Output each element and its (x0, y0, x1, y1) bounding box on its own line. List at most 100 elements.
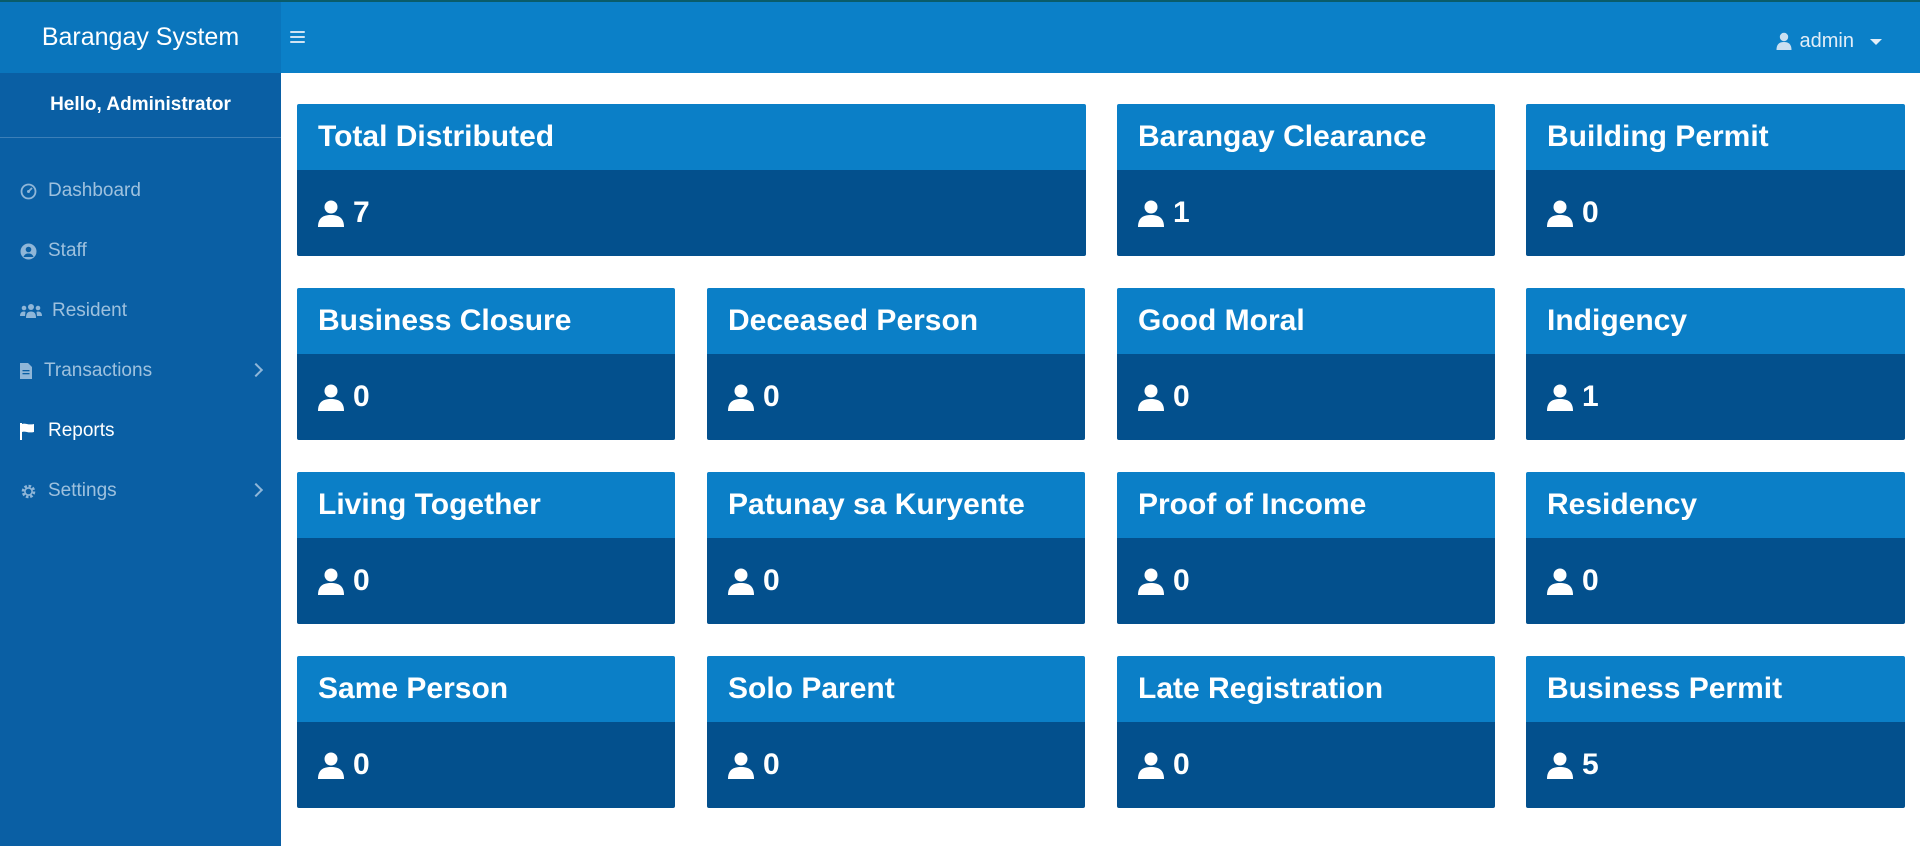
dashboard-content: Total Distributed 7 Barangay Clearance 1… (281, 73, 1920, 846)
user-icon (1138, 384, 1164, 411)
stat-card-good-moral[interactable]: Good Moral 0 (1117, 288, 1495, 440)
stat-card-indigency[interactable]: Indigency 1 (1526, 288, 1905, 440)
card-body: 0 (1526, 170, 1905, 256)
user-icon (1138, 752, 1164, 779)
card-title: Same Person (297, 656, 675, 722)
card-count: 0 (353, 748, 370, 781)
card-title: Solo Parent (707, 656, 1085, 722)
stat-card-late-registration[interactable]: Late Registration 0 (1117, 656, 1495, 808)
card-count: 0 (763, 564, 780, 597)
card-title: Building Permit (1526, 104, 1905, 170)
card-count: 0 (353, 380, 370, 413)
stat-card-business-permit[interactable]: Business Permit 5 (1526, 656, 1905, 808)
file-icon (20, 363, 38, 379)
card-count: 5 (1582, 748, 1599, 781)
card-count: 0 (763, 748, 780, 781)
card-count: 0 (1173, 748, 1190, 781)
sidebar-item-dashboard[interactable]: Dashboard (0, 161, 281, 221)
card-count: 0 (1173, 564, 1190, 597)
card-body: 0 (707, 538, 1085, 624)
card-body: 5 (1526, 722, 1905, 808)
sidebar-item-staff[interactable]: Staff (0, 221, 281, 281)
sidebar-item-label: Settings (48, 480, 117, 501)
sidebar-item-transactions[interactable]: Transactions (0, 341, 281, 401)
sidebar-item-resident[interactable]: Resident (0, 281, 281, 341)
user-icon (728, 752, 754, 779)
user-icon (728, 568, 754, 595)
card-count: 0 (1173, 380, 1190, 413)
sidebar-item-label: Dashboard (48, 180, 141, 201)
sidebar-item-settings[interactable]: Settings (0, 461, 281, 521)
user-icon (1547, 568, 1573, 595)
card-title: Business Closure (297, 288, 675, 354)
card-body: 0 (1117, 354, 1495, 440)
dashboard-icon (20, 183, 42, 200)
user-icon (318, 752, 344, 779)
card-body: 0 (707, 722, 1085, 808)
user-icon (318, 200, 344, 227)
stat-card-living-together[interactable]: Living Together 0 (297, 472, 675, 624)
card-title: Proof of Income (1117, 472, 1495, 538)
card-title: Barangay Clearance (1117, 104, 1495, 170)
stat-card-residency[interactable]: Residency 0 (1526, 472, 1905, 624)
sidebar-item-label: Reports (48, 420, 115, 441)
user-icon (1547, 384, 1573, 411)
card-title: Late Registration (1117, 656, 1495, 722)
user-icon (318, 384, 344, 411)
user-icon (1547, 200, 1573, 227)
card-body: 0 (707, 354, 1085, 440)
menu-toggle-icon[interactable] (290, 26, 308, 48)
flag-icon (20, 422, 42, 440)
stat-card-total-distributed[interactable]: Total Distributed 7 (297, 104, 1086, 256)
card-count: 1 (1173, 196, 1190, 229)
card-title: Patunay sa Kuryente (707, 472, 1085, 538)
stat-card-proof-of-income[interactable]: Proof of Income 0 (1117, 472, 1495, 624)
users-icon (20, 303, 46, 319)
card-body: 7 (297, 170, 1086, 256)
user-icon (728, 384, 754, 411)
greeting-text: Hello, Administrator (0, 73, 281, 138)
caret-down-icon (1870, 39, 1882, 45)
brand-title[interactable]: Barangay System (0, 2, 281, 73)
stat-card-deceased-person[interactable]: Deceased Person 0 (707, 288, 1085, 440)
card-body: 0 (297, 538, 675, 624)
card-count: 7 (353, 196, 370, 229)
card-title: Good Moral (1117, 288, 1495, 354)
card-count: 0 (763, 380, 780, 413)
sidebar-item-label: Transactions (44, 360, 153, 381)
sidebar-item-label: Resident (52, 300, 127, 321)
card-body: 0 (1526, 538, 1905, 624)
card-count: 0 (353, 564, 370, 597)
stat-card-patunay-sa-kuryente[interactable]: Patunay sa Kuryente 0 (707, 472, 1085, 624)
stat-card-solo-parent[interactable]: Solo Parent 0 (707, 656, 1085, 808)
chevron-right-icon (248, 482, 264, 498)
card-body: 1 (1526, 354, 1905, 440)
card-count: 0 (1582, 196, 1599, 229)
sidebar-item-reports[interactable]: Reports (0, 401, 281, 461)
gear-icon (20, 483, 42, 500)
card-title: Total Distributed (297, 104, 1086, 170)
user-icon (1547, 752, 1573, 779)
chevron-right-icon (248, 362, 264, 378)
sidebar: Hello, Administrator Dashboard Staff Res… (0, 73, 281, 846)
card-count: 0 (1582, 564, 1599, 597)
stat-card-same-person[interactable]: Same Person 0 (297, 656, 675, 808)
card-title: Indigency (1526, 288, 1905, 354)
sidebar-item-label: Staff (48, 240, 87, 261)
card-title: Deceased Person (707, 288, 1085, 354)
user-icon (1138, 200, 1164, 227)
user-icon (318, 568, 344, 595)
user-icon (1776, 32, 1792, 50)
username-label: admin (1799, 29, 1854, 52)
card-count: 1 (1582, 380, 1599, 413)
stat-card-building-permit[interactable]: Building Permit 0 (1526, 104, 1905, 256)
stat-card-barangay-clearance[interactable]: Barangay Clearance 1 (1117, 104, 1495, 256)
user-dropdown[interactable]: admin (1776, 26, 1882, 56)
top-navbar: Barangay System admin (0, 0, 1920, 73)
stat-card-business-closure[interactable]: Business Closure 0 (297, 288, 675, 440)
sidebar-nav: Dashboard Staff Resident Transactions Re… (0, 161, 281, 521)
card-body: 0 (1117, 538, 1495, 624)
card-body: 1 (1117, 170, 1495, 256)
user-icon (1138, 568, 1164, 595)
card-body: 0 (297, 722, 675, 808)
